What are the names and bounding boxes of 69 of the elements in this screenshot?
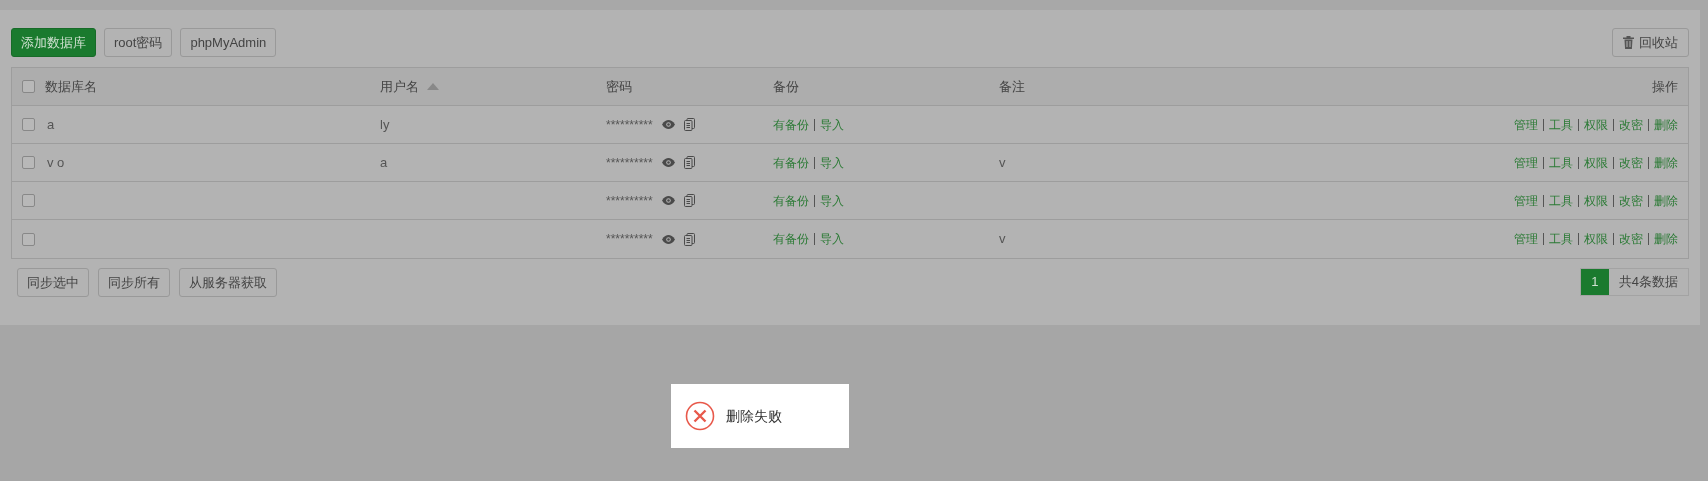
action-link[interactable]: 权限 — [1584, 153, 1608, 172]
action-link[interactable]: 管理 — [1514, 191, 1538, 210]
import-link[interactable]: 导入 — [820, 153, 844, 172]
checkbox[interactable] — [22, 118, 35, 131]
backup-link[interactable]: 有备份 — [773, 153, 809, 172]
action-link[interactable]: 删除 — [1654, 153, 1678, 172]
copy-icon[interactable] — [683, 118, 695, 131]
remark-text: v — [999, 154, 1006, 170]
import-link[interactable]: 导入 — [820, 191, 844, 210]
action-link[interactable]: 权限 — [1584, 191, 1608, 210]
action-link[interactable]: 删除 — [1654, 191, 1678, 210]
eye-icon[interactable] — [661, 234, 675, 244]
backup-link[interactable]: 有备份 — [773, 191, 809, 210]
recycle-bin-button[interactable]: 回收站 — [1612, 28, 1689, 57]
toast-text: 删除失败 — [726, 406, 782, 426]
action-link[interactable]: 删除 — [1654, 230, 1678, 248]
import-link[interactable]: 导入 — [820, 230, 844, 248]
record-count: 共4条数据 — [1617, 273, 1679, 291]
action-link[interactable]: 权限 — [1584, 230, 1608, 248]
username: a — [380, 154, 388, 170]
eye-icon[interactable] — [661, 158, 675, 167]
action-link[interactable]: 工具 — [1549, 230, 1573, 248]
column-header[interactable]: 备份 — [773, 76, 799, 97]
copy-icon[interactable] — [683, 194, 695, 207]
select-all-checkbox[interactable] — [22, 80, 35, 93]
checkbox[interactable] — [22, 194, 35, 207]
toolbar-button[interactable]: root密码 — [104, 28, 173, 57]
action-link[interactable]: 改密 — [1619, 230, 1643, 248]
username: ly — [380, 116, 390, 132]
action-link[interactable]: 工具 — [1549, 153, 1573, 172]
backup-link[interactable]: 有备份 — [773, 230, 809, 248]
password-mask: ********** — [606, 116, 653, 134]
action-link[interactable]: 改密 — [1619, 115, 1643, 134]
column-header[interactable]: 用户名 — [380, 76, 419, 97]
column-header[interactable]: 密码 — [606, 76, 632, 97]
action-link[interactable]: 管理 — [1514, 153, 1538, 172]
action-link[interactable]: 工具 — [1549, 115, 1573, 134]
sync-button[interactable]: 同步选中 — [17, 268, 89, 297]
database-name: v o — [47, 154, 65, 170]
action-link[interactable]: 工具 — [1549, 191, 1573, 210]
action-link[interactable]: 删除 — [1654, 115, 1678, 134]
password-mask: ********** — [606, 192, 653, 210]
action-link[interactable]: 管理 — [1514, 230, 1538, 248]
sync-button[interactable]: 从服务器获取 — [179, 268, 277, 297]
copy-icon[interactable] — [683, 156, 695, 169]
copy-icon[interactable] — [683, 232, 695, 246]
checkbox[interactable] — [22, 156, 35, 169]
remark-text: v — [999, 231, 1006, 247]
password-mask: ********** — [606, 231, 653, 248]
action-link[interactable]: 改密 — [1619, 191, 1643, 210]
backup-link[interactable]: 有备份 — [773, 115, 809, 134]
column-header[interactable]: 数据库名 — [45, 76, 97, 97]
page-button[interactable]: 1 — [1580, 269, 1609, 295]
add-database-button[interactable]: 添加数据库 — [11, 28, 96, 57]
action-link[interactable]: 改密 — [1619, 153, 1643, 172]
eye-icon[interactable] — [661, 196, 675, 205]
column-header[interactable]: 操作 — [1652, 76, 1678, 97]
action-link[interactable]: 权限 — [1584, 115, 1608, 134]
sync-button[interactable]: 同步所有 — [98, 268, 170, 297]
password-mask: ********** — [606, 154, 653, 172]
error-icon — [685, 401, 715, 431]
trash-icon — [1623, 36, 1634, 49]
import-link[interactable]: 导入 — [820, 115, 844, 134]
toolbar-button[interactable]: phpMyAdmin — [180, 28, 277, 57]
database-name: a — [47, 116, 55, 132]
eye-icon[interactable] — [661, 120, 675, 129]
action-link[interactable]: 管理 — [1514, 115, 1538, 134]
column-header[interactable]: 备注 — [999, 76, 1025, 97]
checkbox[interactable] — [22, 232, 35, 246]
